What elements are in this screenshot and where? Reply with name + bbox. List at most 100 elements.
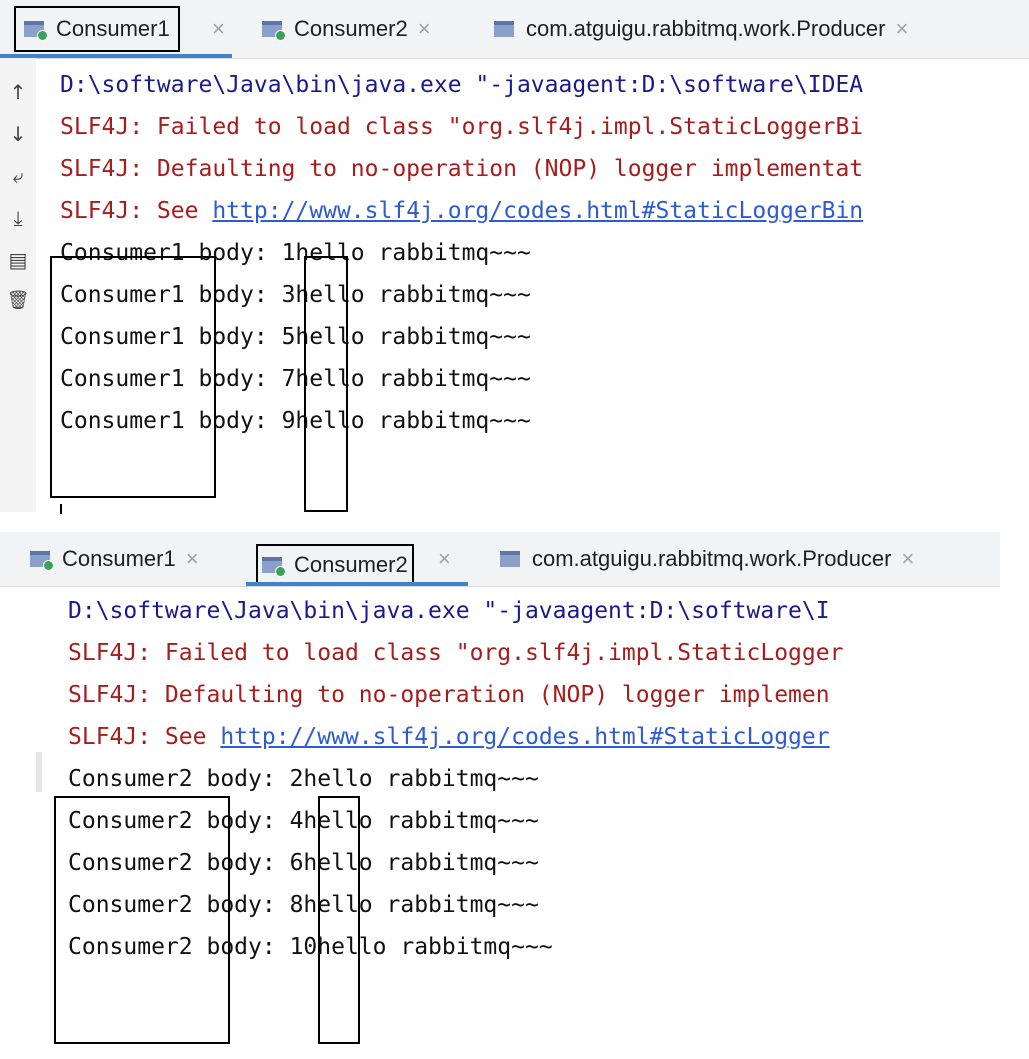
see-prefix: SLF4J: See [60, 198, 213, 224]
consumer-name: Consumer1 [60, 408, 185, 434]
see-prefix: SLF4J: See [68, 724, 221, 750]
output-row: Consumer1 body: 1hello rabbitmq~~~ [60, 232, 1029, 274]
run-window-icon [500, 549, 522, 569]
consumer-name: Consumer1 [60, 240, 185, 266]
close-icon[interactable]: × [418, 16, 431, 42]
output-row: Consumer1 body: 7hello rabbitmq~~~ [60, 358, 1029, 400]
message-text: hello rabbitmq~~~ [303, 850, 539, 876]
tab-label: Consumer2 [294, 16, 408, 41]
console-output[interactable]: D:\software\Java\bin\java.exe "-javaagen… [68, 586, 1000, 1050]
tab-consumer1[interactable]: Consumer1 × [30, 532, 199, 586]
message-text: hello rabbitmq~~~ [303, 892, 539, 918]
message-number: 3 [281, 282, 296, 308]
message-number: 7 [281, 366, 296, 392]
output-row: Consumer2 body: 6hello rabbitmq~~~ [68, 842, 1000, 884]
message-number: 2 [289, 766, 304, 792]
slf4j-see-line: SLF4J: See http://www.slf4j.org/codes.ht… [60, 190, 1029, 232]
output-row: Consumer1 body: 5hello rabbitmq~~~ [60, 316, 1029, 358]
console-output[interactable]: D:\software\Java\bin\java.exe "-javaagen… [60, 58, 1029, 512]
up-arrow-icon[interactable]: ↑ [0, 80, 36, 104]
message-number: 6 [289, 850, 304, 876]
consumer-name: Consumer1 [60, 366, 185, 392]
tab-label: Consumer2 [294, 552, 408, 577]
tab-consumer2[interactable]: Consumer2 × [262, 0, 431, 58]
command-line: D:\software\Java\bin\java.exe "-javaagen… [60, 72, 864, 98]
console-panel-consumer2: Consumer1 × Consumer2 × com.atguigu.rabb… [0, 532, 1000, 1050]
clear-icon[interactable]: 🗑 [0, 290, 36, 311]
body-label: body: [192, 934, 290, 960]
text-cursor [60, 504, 62, 514]
slf4j-error-line: SLF4J: Failed to load class "org.slf4j.i… [60, 114, 864, 140]
body-label: body: [192, 850, 290, 876]
tab-label: Consumer1 [56, 16, 170, 41]
tab-consumer1[interactable]: Consumer1 [14, 6, 180, 52]
tab-consumer2[interactable]: Consumer2 [256, 544, 414, 586]
scrollbar-thumb[interactable] [36, 752, 42, 792]
run-window-icon [30, 549, 54, 571]
slf4j-warning-line: SLF4J: Defaulting to no-operation (NOP) … [60, 156, 864, 182]
run-tab-bar: Consumer1 × Consumer2 × com.atguigu.rabb… [0, 0, 1029, 59]
console-panel-consumer1: Consumer1 × Consumer2 × com.atguigu.rabb… [0, 0, 1029, 514]
run-window-icon [494, 19, 516, 39]
output-row: Consumer2 body: 10hello rabbitmq~~~ [68, 926, 1000, 968]
consumer-name: Consumer1 [60, 324, 185, 350]
message-number: 4 [289, 808, 304, 834]
output-row: Consumer1 body: 9hello rabbitmq~~~ [60, 400, 1029, 442]
print-icon[interactable]: ▤ [0, 248, 36, 272]
tab-close-consumer2[interactable]: × [428, 532, 451, 586]
output-row: Consumer2 body: 4hello rabbitmq~~~ [68, 800, 1000, 842]
message-number: 10 [289, 934, 318, 960]
message-text: hello rabbitmq~~~ [317, 934, 553, 960]
consumer-name: Consumer2 [68, 892, 193, 918]
tab-label: com.atguigu.rabbitmq.work.Producer [532, 546, 892, 571]
body-label: body: [184, 408, 282, 434]
close-icon[interactable]: × [902, 546, 915, 572]
message-text: hello rabbitmq~~~ [295, 282, 531, 308]
message-text: hello rabbitmq~~~ [303, 766, 539, 792]
slf4j-warning-line: SLF4J: Defaulting to no-operation (NOP) … [68, 682, 830, 708]
slf4j-link[interactable]: http://www.slf4j.org/codes.html#StaticLo… [220, 724, 829, 750]
close-icon[interactable]: × [438, 546, 451, 572]
tab-producer[interactable]: com.atguigu.rabbitmq.work.Producer × [500, 532, 914, 586]
output-row: Consumer2 body: 2hello rabbitmq~~~ [68, 758, 1000, 800]
scroll-to-end-icon[interactable]: ⤓ [0, 206, 36, 230]
slf4j-error-line: SLF4J: Failed to load class "org.slf4j.i… [68, 640, 844, 666]
tab-producer[interactable]: com.atguigu.rabbitmq.work.Producer × [494, 0, 908, 58]
down-arrow-icon[interactable]: ↓ [0, 122, 36, 146]
output-row: Consumer2 body: 8hello rabbitmq~~~ [68, 884, 1000, 926]
run-tab-bar: Consumer1 × Consumer2 × com.atguigu.rabb… [0, 532, 1000, 587]
body-label: body: [184, 366, 282, 392]
run-window-icon [262, 19, 286, 41]
message-number: 8 [289, 892, 304, 918]
tab-label: Consumer1 [62, 546, 176, 571]
message-text: hello rabbitmq~~~ [295, 324, 531, 350]
message-text: hello rabbitmq~~~ [295, 240, 531, 266]
message-text: hello rabbitmq~~~ [303, 808, 539, 834]
body-label: body: [192, 766, 290, 792]
consumer-name: Consumer2 [68, 850, 193, 876]
body-label: body: [192, 892, 290, 918]
tab-close-consumer1[interactable]: × [202, 0, 225, 58]
body-label: body: [184, 240, 282, 266]
body-label: body: [184, 324, 282, 350]
body-label: body: [184, 282, 282, 308]
message-number: 9 [281, 408, 296, 434]
close-icon[interactable]: × [186, 546, 199, 572]
tab-label: com.atguigu.rabbitmq.work.Producer [526, 16, 886, 41]
command-line: D:\software\Java\bin\java.exe "-javaagen… [68, 598, 830, 624]
run-window-icon [24, 19, 48, 41]
soft-wrap-icon[interactable]: ⤶ [0, 164, 36, 188]
slf4j-see-line: SLF4J: See http://www.slf4j.org/codes.ht… [68, 716, 1000, 758]
output-row: Consumer1 body: 3hello rabbitmq~~~ [60, 274, 1029, 316]
slf4j-link[interactable]: http://www.slf4j.org/codes.html#StaticLo… [212, 198, 863, 224]
close-icon[interactable]: × [212, 16, 225, 42]
body-label: body: [192, 808, 290, 834]
message-number: 1 [281, 240, 296, 266]
message-text: hello rabbitmq~~~ [295, 408, 531, 434]
consumer-name: Consumer1 [60, 282, 185, 308]
consumer-name: Consumer2 [68, 808, 193, 834]
run-window-icon [262, 555, 286, 577]
close-icon[interactable]: × [896, 16, 909, 42]
console-toolbar: ↑ ↓ ⤶ ⤓ ▤ 🗑 [0, 58, 36, 512]
message-text: hello rabbitmq~~~ [295, 366, 531, 392]
